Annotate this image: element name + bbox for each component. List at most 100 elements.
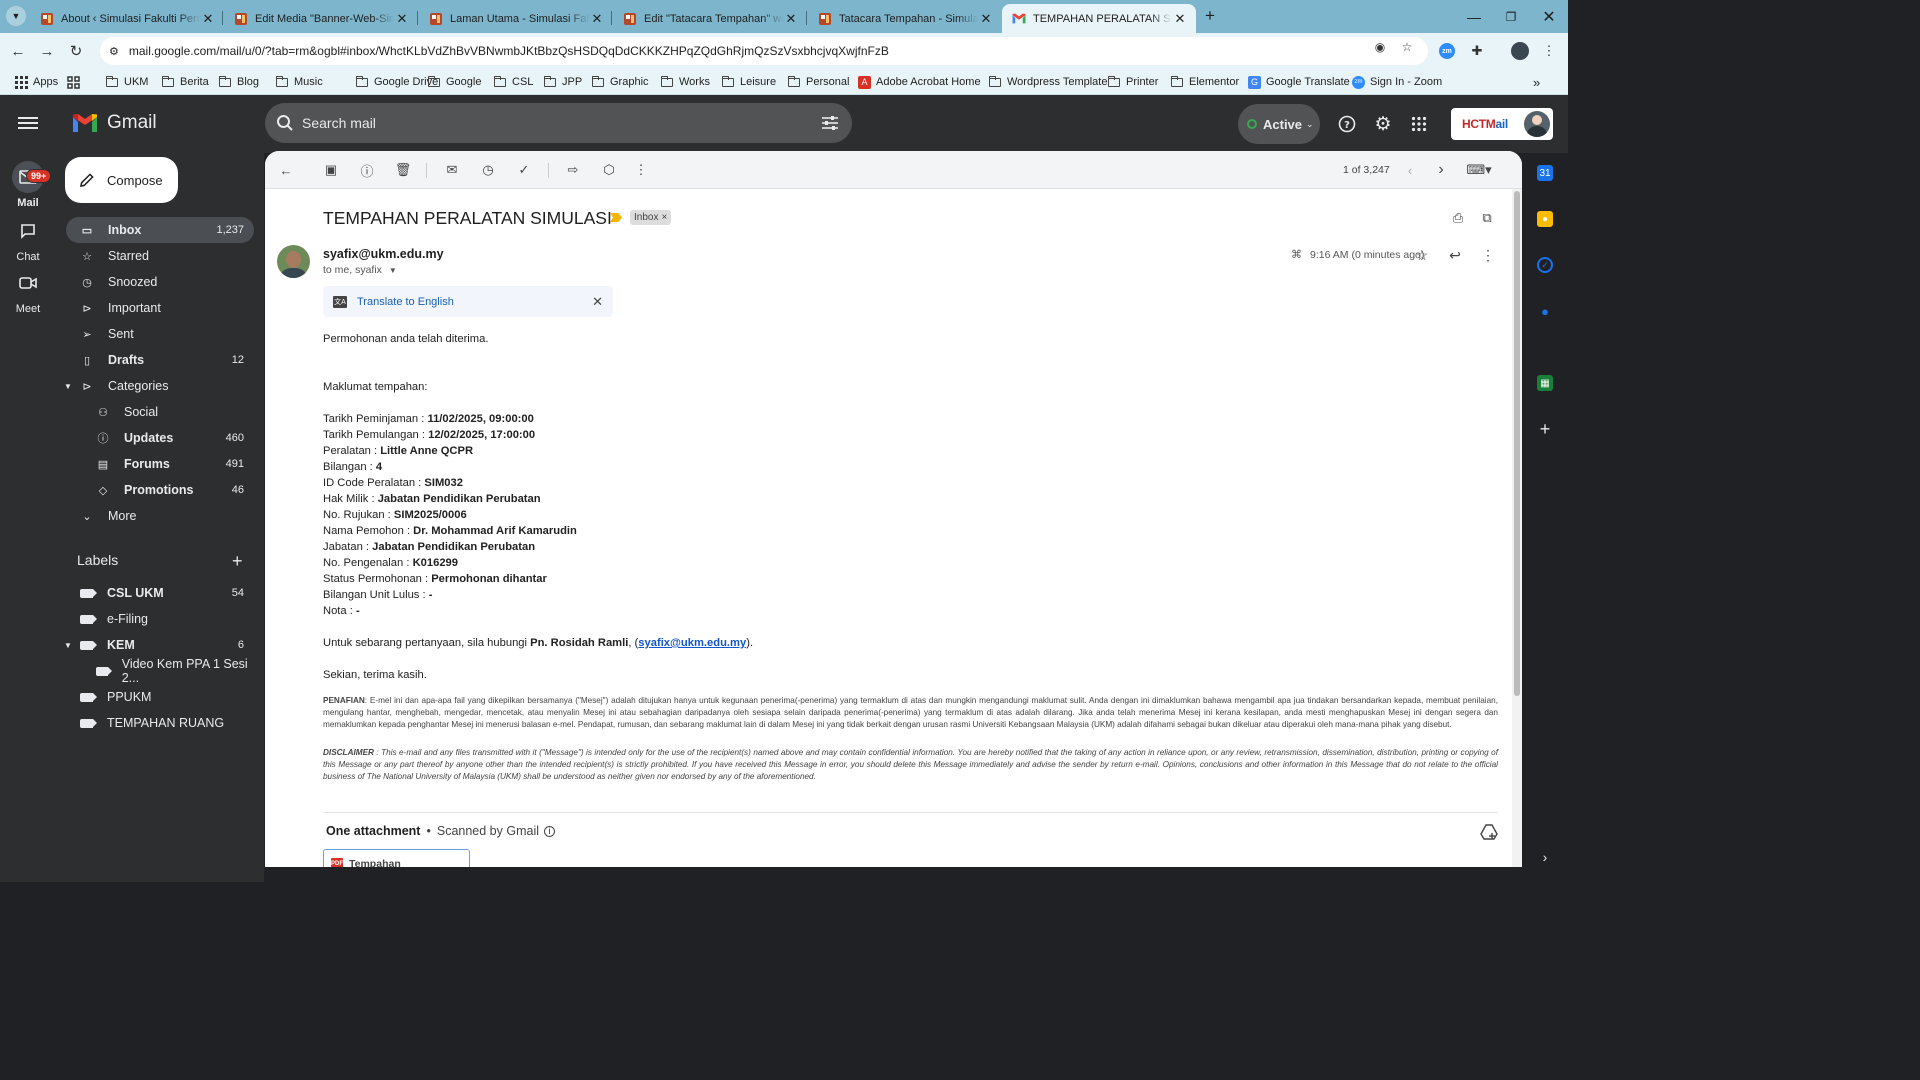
- message-scrollbar[interactable]: [1512, 189, 1522, 867]
- sender-email[interactable]: syafix@ukm.edu.my: [323, 247, 444, 261]
- translate-link[interactable]: Translate to English: [357, 296, 454, 308]
- profile-button[interactable]: [1509, 40, 1531, 62]
- bookmark-item[interactable]: Printer: [1107, 74, 1158, 90]
- star-message-button[interactable]: ☆: [1413, 246, 1431, 264]
- support-button[interactable]: ?: [1337, 114, 1357, 134]
- calendar-icon[interactable]: 31: [1537, 165, 1553, 181]
- bookmark-item[interactable]: UKM: [105, 74, 148, 90]
- report-spam-button[interactable]: ⓘ: [359, 162, 375, 179]
- sidebar-item-updates[interactable]: ⓘ Updates 460: [82, 425, 254, 451]
- account-button[interactable]: HCTM ail: [1451, 108, 1553, 140]
- sidebar-item-snoozed[interactable]: ◷ Snoozed: [66, 269, 254, 295]
- print-button[interactable]: ⎙: [1450, 210, 1466, 226]
- close-icon[interactable]: ✕: [592, 294, 603, 310]
- settings-button[interactable]: ⚙: [1373, 114, 1393, 135]
- archive-button[interactable]: ▣: [323, 162, 339, 178]
- expand-caret-icon[interactable]: ▼: [64, 382, 72, 391]
- browser-menu-button[interactable]: ⋮: [1538, 40, 1560, 62]
- label-item[interactable]: PPUKM: [66, 684, 254, 710]
- sidebar-item-starred[interactable]: ☆ Starred: [66, 243, 254, 269]
- bookmark-item[interactable]: A Adobe Acrobat Home: [858, 74, 981, 90]
- open-new-window-button[interactable]: ⧉: [1479, 210, 1495, 226]
- sidebar-item-inbox[interactable]: ▭ Inbox 1,237: [66, 217, 254, 243]
- browser-tab[interactable]: Laman Utama - Simulasi Fakulti Perubatan…: [419, 4, 613, 33]
- rail-item-chat[interactable]: Chat: [0, 215, 56, 263]
- back-button[interactable]: ←: [7, 40, 29, 62]
- snooze-button[interactable]: ◷: [480, 162, 496, 178]
- eye-icon[interactable]: ◉: [1373, 40, 1387, 54]
- bookmark-item[interactable]: Graphic: [591, 74, 649, 90]
- older-button[interactable]: ›: [1433, 161, 1449, 178]
- label-item[interactable]: Video Kem PPA 1 Sesi 2...: [82, 657, 254, 685]
- google-apps-button[interactable]: [1409, 114, 1429, 134]
- rail-item-meet[interactable]: Meet: [0, 267, 56, 315]
- search-icon[interactable]: [276, 114, 294, 132]
- compose-button[interactable]: Compose: [65, 157, 178, 203]
- back-to-inbox-button[interactable]: ←: [278, 162, 294, 178]
- sidebar-item-forums[interactable]: ▤ Forums 491: [82, 451, 254, 477]
- new-tab-button[interactable]: +: [1200, 6, 1220, 26]
- sidebar-item-drafts[interactable]: ▯ Drafts 12: [66, 347, 254, 373]
- bookmark-item[interactable]: Personal: [787, 74, 849, 90]
- label-item[interactable]: e-Filing: [66, 606, 254, 632]
- newer-button[interactable]: ‹: [1402, 162, 1418, 178]
- bookmark-item[interactable]: Apps: [15, 74, 58, 90]
- move-to-button[interactable]: ⇨: [565, 162, 581, 178]
- labels-button[interactable]: ⬡: [601, 162, 617, 178]
- sender-avatar[interactable]: [277, 245, 310, 278]
- bookmark-item[interactable]: Google Drive: [355, 74, 438, 90]
- bookmark-item[interactable]: Elementor: [1170, 74, 1239, 90]
- bookmark-item[interactable]: Wordpress Template: [988, 74, 1107, 90]
- rail-item-mail[interactable]: 99+ Mail: [0, 161, 56, 209]
- zoom-extension-button[interactable]: zm: [1436, 40, 1458, 62]
- sidebar-item-more[interactable]: ⌄ More: [66, 503, 254, 529]
- close-tab-icon[interactable]: ✕: [783, 11, 799, 27]
- inbox-label-chip[interactable]: Inbox ×: [630, 210, 672, 225]
- search-input[interactable]: Search mail: [302, 115, 376, 131]
- bookmark-item[interactable]: [67, 74, 85, 90]
- sidebar-item-sent[interactable]: ➢ Sent: [66, 321, 254, 347]
- reload-button[interactable]: ↻: [65, 40, 87, 62]
- get-add-ons-icon[interactable]: +: [1537, 419, 1553, 439]
- bookmark-item[interactable]: Leisure: [721, 74, 776, 90]
- bookmark-item[interactable]: Music: [275, 74, 323, 90]
- minimize-button[interactable]: —: [1456, 0, 1492, 33]
- browser-tab[interactable]: TEMPAHAN PERALATAN SIMULASI - syafix@ukm…: [1002, 4, 1196, 33]
- extensions-button[interactable]: ✚: [1466, 40, 1488, 62]
- expand-caret-icon[interactable]: ▼: [64, 641, 72, 650]
- bookmark-item[interactable]: G Google Translate: [1248, 74, 1350, 90]
- bookmark-item[interactable]: Works: [660, 74, 710, 90]
- sidebar-item-promotions[interactable]: ◇ Promotions 46: [82, 477, 254, 503]
- close-window-button[interactable]: ✕: [1531, 0, 1567, 33]
- search-bar[interactable]: Search mail: [265, 103, 852, 143]
- message-more-button[interactable]: ⋮: [1479, 246, 1497, 264]
- chevron-down-icon[interactable]: ▼: [389, 266, 397, 275]
- restore-button[interactable]: ❐: [1493, 0, 1529, 33]
- label-item[interactable]: CSL UKM 54: [66, 580, 254, 606]
- gmail-logo[interactable]: Gmail: [72, 112, 157, 134]
- close-tab-icon[interactable]: ✕: [200, 11, 216, 27]
- keep-icon[interactable]: ●: [1537, 211, 1553, 227]
- close-tab-icon[interactable]: ✕: [1172, 11, 1188, 27]
- search-options-icon[interactable]: [820, 113, 840, 133]
- forward-button[interactable]: →: [36, 40, 58, 62]
- browser-tab[interactable]: Edit "Tatacara Tempahan" with Elementor✕: [613, 4, 807, 33]
- bookmark-item[interactable]: JPP: [543, 74, 582, 90]
- address-bar[interactable]: ⚙ mail.google.com/mail/u/0/?tab=rm&ogbl#…: [100, 37, 1428, 65]
- sidebar-item-important[interactable]: ⊳ Important: [66, 295, 254, 321]
- close-tab-icon[interactable]: ✕: [394, 11, 410, 27]
- star-icon[interactable]: ☆: [1400, 40, 1414, 54]
- bookmark-item[interactable]: Blog: [218, 74, 259, 90]
- bookmark-item[interactable]: Google: [427, 74, 481, 90]
- reply-button[interactable]: ↩: [1446, 246, 1464, 264]
- bookmark-item[interactable]: zm Sign In - Zoom: [1352, 74, 1442, 90]
- tab-search-button[interactable]: ▼: [6, 6, 26, 26]
- sidebar-item-categories[interactable]: ▼ ⊳ Categories: [64, 373, 254, 399]
- sidebar-item-social[interactable]: ⚇ Social: [82, 399, 254, 425]
- close-tab-icon[interactable]: ✕: [589, 11, 605, 27]
- info-icon[interactable]: i: [544, 825, 555, 837]
- add-to-drive-icon[interactable]: [1480, 823, 1498, 841]
- contacts-icon[interactable]: ●: [1537, 303, 1553, 319]
- bookmark-item[interactable]: CSL: [493, 74, 533, 90]
- remove-label-icon[interactable]: ×: [661, 212, 667, 223]
